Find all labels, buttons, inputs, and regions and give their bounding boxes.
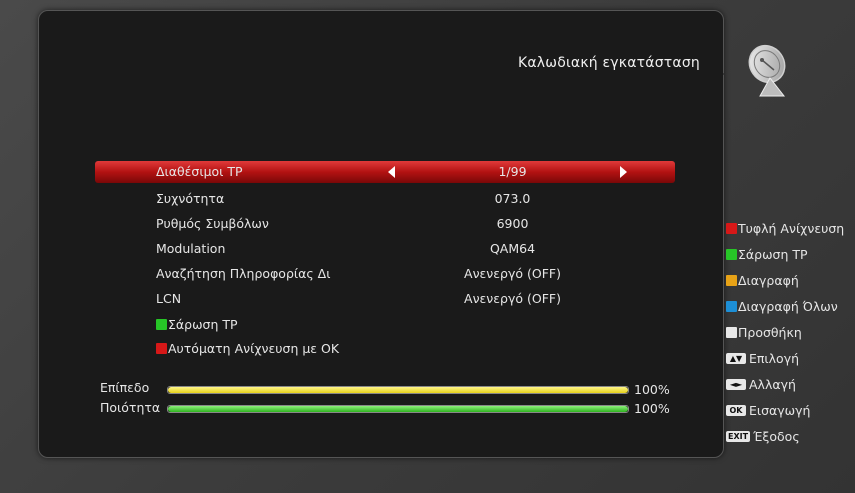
scan-tp-label: Σάρωση TP (168, 317, 238, 332)
page-title: Καλωδιακή εγκατάσταση (518, 55, 700, 71)
setting-row-network-search[interactable]: Αναζήτηση Πληροφορίας Δι Ανενεργό (OFF) (95, 263, 675, 285)
setting-row-modulation[interactable]: Modulation QAM64 (95, 238, 675, 260)
satellite-dish-icon (748, 44, 786, 97)
setting-value: 1/99 (498, 164, 527, 179)
exit-key-icon: EXIT (726, 431, 751, 442)
legend-yellow: Διαγραφή (726, 273, 799, 288)
setting-value: 6900 (496, 216, 529, 231)
scan-tp-action[interactable]: Σάρωση TP (156, 316, 238, 334)
setting-row-lcn[interactable]: LCN Ανενεργό (OFF) (95, 288, 675, 310)
legend-red: Τυφλή Ανίχνευση (726, 221, 844, 236)
green-key-icon (156, 319, 167, 330)
setting-value: 073.0 (494, 191, 531, 206)
legend-ok-label: Εισαγωγή (749, 403, 811, 418)
legend-leftright: ◄► Αλλαγή (726, 377, 796, 392)
legend-leftright-label: Αλλαγή (749, 377, 796, 392)
arrow-right-icon[interactable] (620, 166, 627, 178)
level-label: Επίπεδο (100, 380, 150, 395)
legend-updown-label: Επιλογή (749, 351, 800, 366)
legend-white-label: Προσθήκη (738, 325, 802, 340)
legend-green: Σάρωση TP (726, 247, 808, 262)
legend-white: Προσθήκη (726, 325, 802, 340)
setting-label: Ρυθμός Συμβόλων (156, 216, 269, 231)
quality-meter-fill (168, 406, 628, 412)
quality-value: 100% (634, 401, 670, 416)
red-key-icon (726, 223, 737, 234)
level-value: 100% (634, 382, 670, 397)
leftright-key-icon: ◄► (726, 379, 746, 390)
setting-value: QAM64 (489, 241, 536, 256)
auto-scan-action[interactable]: Αυτόματη Ανίχνευση με ΟΚ (156, 340, 339, 358)
updown-key-icon: ▲▼ (726, 353, 746, 364)
setting-value: Ανενεργό (OFF) (464, 291, 561, 306)
setting-value: Ανενεργό (OFF) (464, 266, 561, 281)
white-key-icon (726, 327, 737, 338)
legend-exit: EXIT Έξοδος (726, 429, 800, 444)
legend-red-label: Τυφλή Ανίχνευση (738, 221, 845, 236)
yellow-key-icon (726, 275, 737, 286)
setting-label: Modulation (156, 241, 226, 256)
arrow-left-icon[interactable] (388, 166, 395, 178)
green-key-icon (726, 249, 737, 260)
legend-updown: ▲▼ Επιλογή (726, 351, 799, 366)
legend-blue-label: Διαγραφή Όλων (738, 299, 838, 314)
blue-key-icon (726, 301, 737, 312)
legend-green-label: Σάρωση TP (738, 247, 808, 262)
setting-label: Συχνότητα (156, 191, 225, 206)
setting-row-symbol-rate[interactable]: Ρυθμός Συμβόλων 6900 (95, 213, 675, 235)
setting-label: Αναζήτηση Πληροφορίας Δι (156, 266, 331, 281)
setting-row-available-tp[interactable]: Διαθέσιμοι TP 1/99 (95, 161, 675, 183)
legend-ok: OK Εισαγωγή (726, 403, 810, 418)
legend-yellow-label: Διαγραφή (738, 273, 799, 288)
red-key-icon (156, 343, 167, 354)
quality-meter (167, 405, 629, 413)
legend-exit-label: Έξοδος (753, 429, 800, 444)
level-meter (167, 386, 629, 394)
level-meter-fill (168, 387, 628, 393)
quality-label: Ποιότητα (100, 400, 161, 415)
ok-key-icon: OK (726, 405, 746, 416)
setting-row-frequency[interactable]: Συχνότητα 073.0 (95, 188, 675, 210)
auto-scan-label: Αυτόματη Ανίχνευση με ΟΚ (168, 341, 340, 356)
setting-label: LCN (156, 291, 182, 306)
setting-label: Διαθέσιμοι TP (156, 164, 243, 179)
legend-blue: Διαγραφή Όλων (726, 299, 838, 314)
